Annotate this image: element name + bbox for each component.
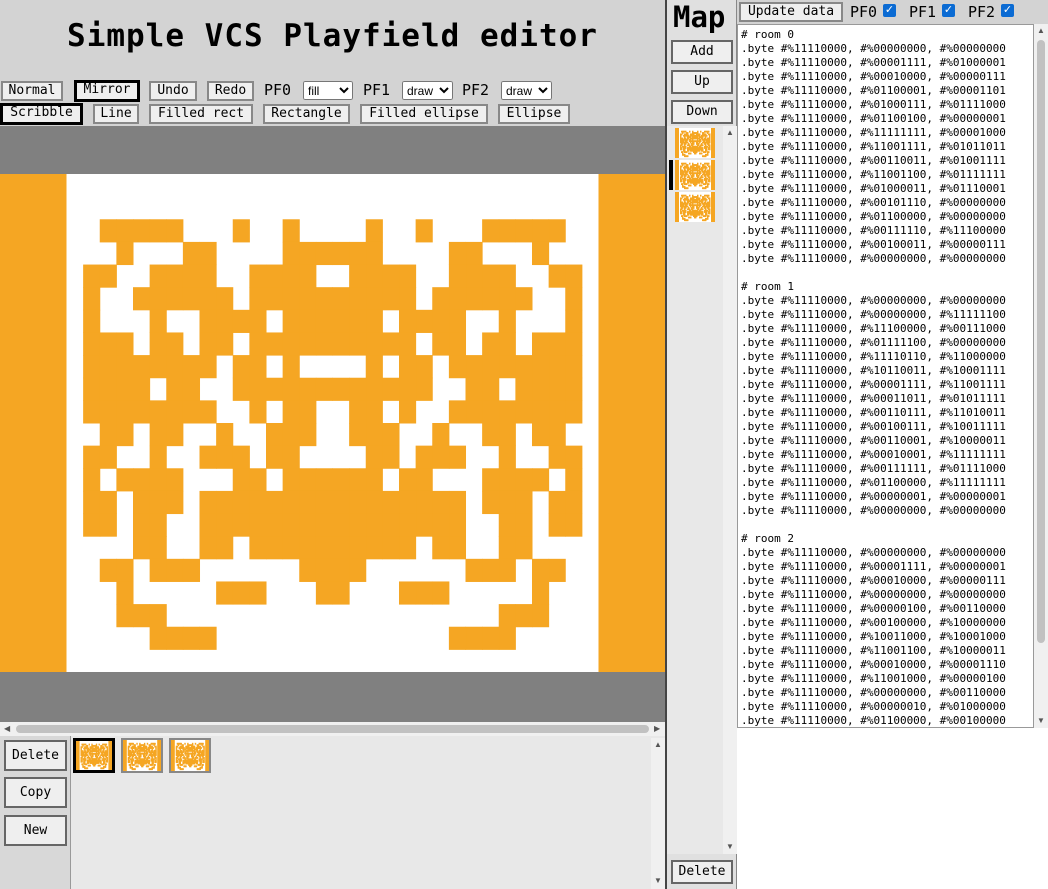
map-down-button[interactable]: Down bbox=[671, 100, 733, 124]
scroll-down-icon[interactable]: ▼ bbox=[1037, 716, 1045, 725]
map-panel: Map Add Up Down ▲ ▼ Delete bbox=[665, 0, 737, 889]
data-panel: Update data PF0 ✓ PF1 ✓ PF2 ✓ # room 0 .… bbox=[737, 0, 1048, 889]
pf0-select[interactable]: fill bbox=[303, 81, 353, 100]
filled-ellipse-button[interactable]: Filled ellipse bbox=[360, 104, 488, 124]
scroll-down-icon[interactable]: ▼ bbox=[726, 842, 734, 851]
rectangle-button[interactable]: Rectangle bbox=[263, 104, 350, 124]
room-thumbnail-image bbox=[76, 741, 112, 770]
map-add-button[interactable]: Add bbox=[671, 40, 733, 64]
map-room-strip[interactable] bbox=[675, 128, 715, 224]
room-thumbnail-2[interactable] bbox=[169, 738, 211, 773]
pf1-checkbox[interactable]: ✓ bbox=[942, 4, 955, 17]
rooms-panel: Delete Copy New ▲ ▼ bbox=[0, 736, 665, 889]
room-thumbnail-1[interactable] bbox=[121, 738, 163, 773]
pf1-label: PF1 bbox=[363, 81, 391, 99]
line-button[interactable]: Line bbox=[93, 104, 139, 124]
map-selection-marker bbox=[669, 160, 673, 190]
room-thumbnail-0[interactable] bbox=[73, 738, 115, 773]
map-title: Map bbox=[673, 0, 726, 34]
map-up-button[interactable]: Up bbox=[671, 70, 733, 94]
map-list[interactable]: ▲ ▼ bbox=[667, 126, 737, 854]
pf2-select[interactable]: draw bbox=[501, 81, 552, 100]
pf2-label: PF2 bbox=[462, 81, 490, 99]
scroll-up-icon[interactable]: ▲ bbox=[1037, 26, 1045, 35]
data-toolbar: Update data PF0 ✓ PF1 ✓ PF2 ✓ bbox=[737, 0, 1048, 24]
scroll-left-icon[interactable]: ◀ bbox=[4, 724, 10, 733]
page-title: Simple VCS Playfield editor bbox=[67, 18, 598, 54]
redo-button[interactable]: Redo bbox=[207, 81, 254, 101]
data-vertical-scrollbar[interactable]: ▲ ▼ bbox=[1034, 24, 1048, 728]
normal-button[interactable]: Normal bbox=[1, 81, 63, 101]
room-thumbnail-image bbox=[123, 740, 161, 771]
scrollbar-thumb[interactable] bbox=[1037, 40, 1045, 643]
new-room-button[interactable]: New bbox=[4, 815, 67, 846]
copy-room-button[interactable]: Copy bbox=[4, 777, 67, 808]
map-delete-button[interactable]: Delete bbox=[671, 860, 733, 884]
pf2-checkbox[interactable]: ✓ bbox=[1001, 4, 1014, 17]
room-thumbnail-image bbox=[171, 740, 209, 771]
pf1-toggle-label: PF1 bbox=[909, 3, 937, 21]
scroll-up-icon[interactable]: ▲ bbox=[726, 128, 734, 137]
playfield-canvas[interactable] bbox=[0, 174, 665, 672]
delete-room-button[interactable]: Delete bbox=[4, 740, 67, 771]
filled-rect-button[interactable]: Filled rect bbox=[149, 104, 253, 124]
update-data-button[interactable]: Update data bbox=[739, 2, 843, 22]
playfield-canvas-area[interactable] bbox=[0, 126, 665, 722]
pf1-select[interactable]: draw bbox=[402, 81, 453, 100]
pf0-toggle-label: PF0 bbox=[850, 3, 878, 21]
scribble-button[interactable]: Scribble bbox=[0, 103, 83, 125]
canvas-horizontal-scrollbar[interactable]: ◀ ▶ bbox=[0, 722, 665, 736]
mirror-button[interactable]: Mirror bbox=[74, 80, 140, 102]
scroll-down-icon[interactable]: ▼ bbox=[654, 876, 662, 885]
map-vertical-scrollbar[interactable]: ▲ ▼ bbox=[723, 126, 737, 854]
pf2-toggle-label: PF2 bbox=[968, 3, 996, 21]
pf0-label: PF0 bbox=[264, 81, 292, 99]
undo-button[interactable]: Undo bbox=[149, 81, 197, 101]
ellipse-button[interactable]: Ellipse bbox=[498, 104, 570, 124]
scroll-right-icon[interactable]: ▶ bbox=[654, 724, 660, 733]
rooms-actions: Delete Copy New bbox=[0, 736, 71, 889]
data-textarea[interactable]: # room 0 .byte #%11110000, #%00000000, #… bbox=[737, 24, 1034, 728]
scrollbar-thumb[interactable] bbox=[16, 725, 649, 733]
rooms-vertical-scrollbar[interactable]: ▲ ▼ bbox=[651, 738, 665, 889]
pf0-checkbox[interactable]: ✓ bbox=[883, 4, 896, 17]
scroll-up-icon[interactable]: ▲ bbox=[654, 740, 662, 749]
